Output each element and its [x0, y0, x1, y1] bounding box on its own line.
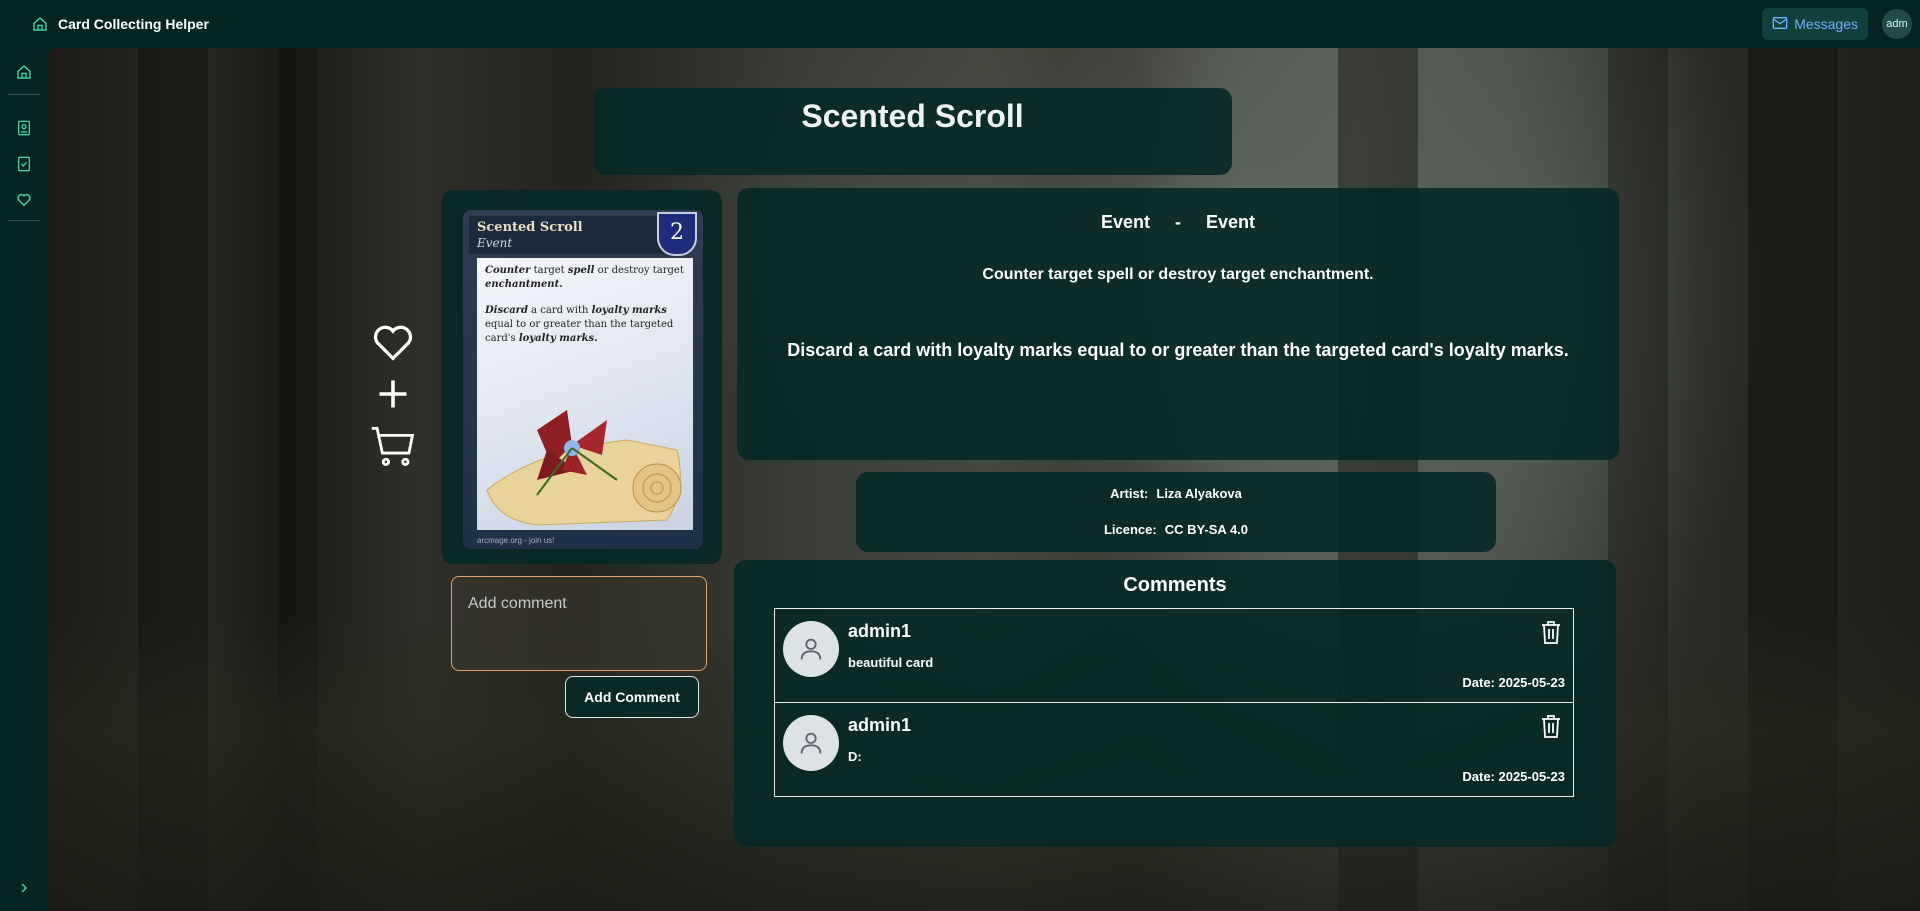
add-comment-button[interactable]: Add Comment: [565, 676, 699, 718]
title-panel: Scented Scroll: [593, 88, 1232, 175]
card-image-header: Scented Scroll Event: [469, 216, 669, 254]
card-image-type: Event: [477, 236, 513, 250]
comments-title: Comments: [1123, 574, 1227, 596]
home-icon[interactable]: [32, 16, 48, 32]
home-icon[interactable]: [14, 62, 34, 82]
card-book-icon[interactable]: [14, 118, 34, 138]
comment-text: beautiful card: [848, 655, 934, 670]
sidebar: [0, 48, 48, 911]
comment-item: admin1 D: Date: 2025-05-23: [774, 702, 1574, 797]
heart-icon: [373, 325, 413, 361]
avatar: [783, 715, 839, 771]
avatar: [783, 621, 839, 677]
cart-button[interactable]: [369, 422, 417, 470]
licence-value: CC BY-SA 4.0: [1164, 522, 1249, 537]
artist-name: Liza Alyakova: [1156, 486, 1242, 501]
mail-icon: [1772, 16, 1788, 33]
licence-label: Licence:: [1103, 522, 1157, 537]
chevron-right-icon[interactable]: [14, 878, 34, 898]
comments-panel: Comments admin1 beautiful card Date: 202…: [734, 560, 1616, 847]
card-subtype: Event: [1206, 212, 1256, 232]
cart-icon: [371, 426, 415, 466]
comment-text: D:: [848, 749, 862, 764]
card-image-cost: 2: [657, 212, 697, 256]
card-image-rules: Counter target spell or destroy target e…: [485, 265, 684, 344]
card-rule-text: Discard a card with loyalty marks equal …: [787, 340, 1569, 360]
card-image-body: Counter target spell or destroy target e…: [477, 258, 693, 530]
sidebar-divider: [8, 94, 40, 95]
card-artwork: [486, 410, 682, 526]
comment-input[interactable]: Add comment: [451, 576, 707, 671]
messages-label: Messages: [1794, 16, 1858, 32]
trash-icon[interactable]: [1539, 713, 1563, 739]
comment-item: admin1 beautiful card Date: 2025-05-23: [774, 608, 1574, 703]
licence-row: Licence: CC BY-SA 4.0: [856, 522, 1496, 537]
favorite-button[interactable]: [369, 318, 417, 366]
sidebar-divider: [8, 220, 40, 221]
card-type-line: Event - Event: [737, 212, 1619, 233]
card-image-footer: arcmage.org - join us!: [477, 536, 555, 545]
add-to-collection-button[interactable]: [369, 370, 417, 418]
type-separator: -: [1175, 212, 1181, 232]
app-title: Card Collecting Helper: [58, 16, 209, 32]
card-image-panel: Scented Scroll Event 2 Counter target sp…: [441, 190, 722, 564]
checklist-icon[interactable]: [14, 154, 34, 174]
plus-icon: [379, 380, 407, 408]
heart-icon[interactable]: [14, 190, 34, 210]
artist-row: Artist: Liza Alyakova: [856, 486, 1496, 501]
user-icon: [800, 732, 822, 754]
comment-date: Date: 2025-05-23: [1462, 675, 1565, 690]
card-image-name: Scented Scroll: [477, 220, 583, 235]
user-avatar[interactable]: adm: [1882, 9, 1912, 39]
comment-author: admin1: [848, 715, 912, 735]
card-rule-text: Counter target spell or destroy target e…: [982, 266, 1374, 283]
credits-panel: Artist: Liza Alyakova Licence: CC BY-SA 4.…: [856, 472, 1496, 552]
card-type: Event: [1100, 212, 1150, 232]
artist-label: Artist:: [1110, 486, 1149, 501]
card-actions: [369, 318, 417, 474]
trash-icon[interactable]: [1539, 619, 1563, 645]
card-info-panel: Event - Event Counter target spell or de…: [737, 188, 1619, 460]
user-icon: [800, 638, 822, 660]
brand[interactable]: Card Collecting Helper: [32, 16, 209, 32]
top-bar: Card Collecting Helper Messages adm: [0, 0, 1920, 48]
page-title: Scented Scroll: [801, 98, 1024, 134]
comment-date: Date: 2025-05-23: [1462, 769, 1565, 784]
messages-button[interactable]: Messages: [1762, 8, 1868, 40]
card-image: Scented Scroll Event 2 Counter target sp…: [463, 210, 703, 549]
comment-author: admin1: [848, 621, 912, 641]
